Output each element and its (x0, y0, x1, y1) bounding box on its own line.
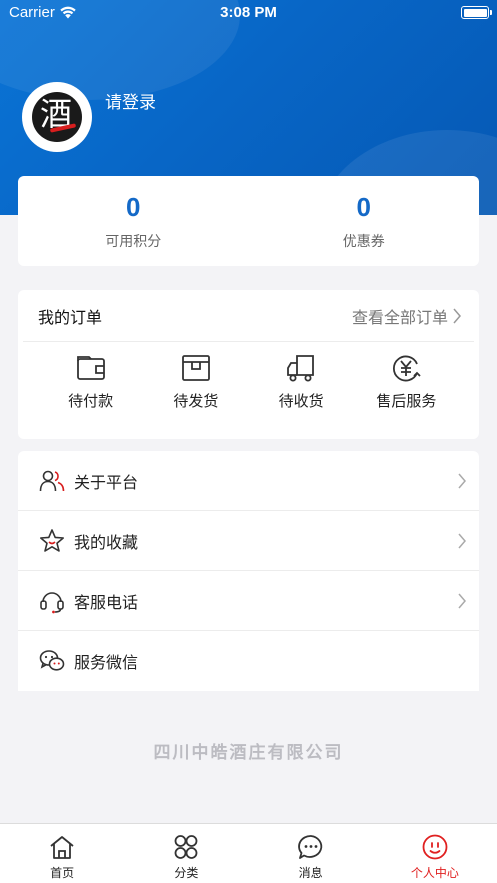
truck-icon (287, 355, 315, 382)
menu-item-label: 关于平台 (74, 472, 139, 492)
order-status-to-receive[interactable]: 待收货 (249, 352, 354, 411)
menu-item-favorites[interactable]: 我的收藏 (18, 511, 479, 571)
status-time: 3:08 PM (220, 4, 277, 21)
orders-header: 我的订单 查看全部订单 (23, 290, 474, 342)
wallet-icon (76, 356, 105, 380)
tab-label: 分类 (174, 866, 199, 880)
menu-item-label: 我的收藏 (74, 532, 139, 552)
menu-item-about[interactable]: 关于平台 (18, 451, 479, 511)
points-label: 可用积分 (105, 234, 162, 250)
wechat-icon (38, 647, 66, 675)
order-status-label: 待发货 (173, 392, 219, 410)
view-all-orders-link[interactable]: 查看全部订单 (352, 304, 462, 328)
logo-icon: 酒 (32, 92, 82, 142)
points-card: 0 可用积分 0 优惠券 (18, 176, 479, 266)
yuan-refund-icon (393, 355, 422, 382)
menu-item-wechat-service[interactable]: 服务微信 (18, 631, 479, 691)
orders-title: 我的订单 (38, 307, 103, 327)
chevron-right-icon (458, 593, 466, 608)
tab-category[interactable]: 分类 (124, 824, 248, 883)
chevron-right-icon (458, 533, 466, 548)
order-status-row: 待付款 待发货 待收货 售后服务 (18, 352, 479, 411)
tab-home[interactable]: 首页 (0, 824, 124, 883)
chevron-right-icon (453, 308, 461, 323)
tab-label: 首页 (50, 866, 75, 880)
menu-list: 关于平台 我的收藏 客服电话 服务微信 (18, 451, 479, 691)
tab-label: 个人中心 (410, 866, 459, 880)
star-icon (38, 527, 66, 555)
message-icon (297, 835, 322, 859)
battery-icon (461, 6, 492, 19)
view-all-orders-label: 查看全部订单 (351, 307, 448, 327)
menu-item-customer-service[interactable]: 客服电话 (18, 571, 479, 631)
points-item-credits[interactable]: 0 可用积分 (18, 176, 249, 266)
company-name: 四川中皓酒庄有限公司 (153, 743, 344, 763)
menu-item-label: 客服电话 (74, 592, 139, 612)
order-status-label: 待付款 (68, 392, 114, 410)
tab-profile[interactable]: 个人中心 (373, 824, 497, 883)
tab-bar: 首页 分类 消息 个人中心 (0, 823, 497, 883)
orders-card: 我的订单 查看全部订单 待付款 待发货 待收货 售后服务 (18, 290, 479, 439)
category-icon (174, 835, 198, 859)
headset-icon (38, 587, 66, 615)
chevron-right-icon (458, 473, 466, 488)
menu-item-label: 服务微信 (74, 653, 139, 672)
coupons-value: 0 (356, 192, 371, 222)
profile-smile-icon (422, 834, 448, 860)
order-status-label: 待收货 (278, 392, 324, 410)
package-icon (181, 355, 210, 381)
order-status-to-ship[interactable]: 待发货 (143, 352, 248, 411)
tab-label: 消息 (298, 866, 323, 880)
tab-messages[interactable]: 消息 (249, 824, 373, 883)
coupons-label: 优惠券 (342, 234, 385, 250)
points-item-coupons[interactable]: 0 优惠券 (249, 176, 480, 266)
home-icon (50, 836, 74, 859)
order-status-after-sales[interactable]: 售后服务 (354, 352, 459, 411)
order-status-unpaid[interactable]: 待付款 (38, 352, 143, 411)
login-link[interactable]: 请登录 (105, 88, 156, 113)
order-status-label: 售后服务 (376, 392, 437, 410)
status-bar: Carrier 3:08 PM (0, 0, 497, 26)
users-icon (38, 467, 66, 495)
avatar[interactable]: 酒 (22, 82, 92, 152)
points-value: 0 (126, 192, 141, 222)
